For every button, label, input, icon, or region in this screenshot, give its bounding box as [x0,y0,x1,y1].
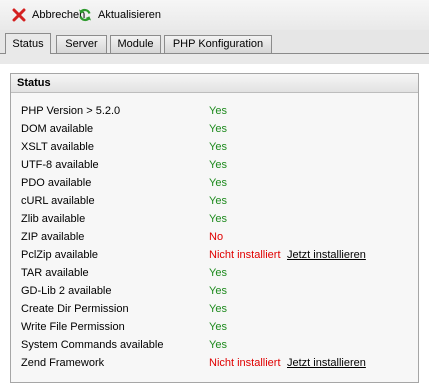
panel-title: Status [11,74,418,93]
tab-status-label: Status [12,38,44,50]
tab-status[interactable]: Status [5,33,51,54]
check-label: cURL available [21,195,95,207]
check-label: PclZip available [21,249,99,261]
check-value: Yes [209,105,227,117]
check-value: Yes [209,213,227,225]
tab-content-band [0,54,429,64]
refresh-button[interactable]: Aktualisieren [78,6,161,24]
tab-php-konfiguration-label: PHP Konfiguration [172,38,264,50]
check-value: Yes [209,141,227,153]
check-value: Yes [209,177,227,189]
check-value: Yes [209,321,227,333]
check-value: Nicht installiert [209,249,281,261]
check-value: Yes [209,339,227,351]
check-label: System Commands available [21,339,164,351]
check-value: Yes [209,159,227,171]
tab-server-label: Server [65,38,98,50]
check-value: Yes [209,123,227,135]
check-value: Nicht installiert [209,357,281,369]
check-label: PDO available [21,177,92,189]
toolbar: Abbrechen Aktualisieren [0,0,429,30]
check-label: UTF-8 available [21,159,99,171]
tab-server[interactable]: Server [56,35,107,53]
check-value: No [209,231,224,243]
tab-php-konfiguration[interactable]: PHP Konfiguration [164,35,272,53]
check-label: GD-Lib 2 available [21,285,112,297]
install-pclzip-link[interactable]: Jetzt installieren [287,248,366,262]
check-value: Yes [209,267,227,279]
status-panel: Status PHP Version > 5.2.0 Yes DOM avail… [10,73,419,383]
check-label: XSLT available [21,141,94,153]
check-label: PHP Version > 5.2.0 [21,105,121,117]
check-label: DOM available [21,123,94,135]
cancel-button[interactable]: Abbrechen [12,6,85,24]
tab-module-label: Module [117,38,154,50]
install-zend-link[interactable]: Jetzt installieren [287,356,366,370]
refresh-icon [78,8,92,22]
check-value: Yes [209,285,227,297]
tab-module[interactable]: Module [110,35,161,53]
check-label: Zend Framework [21,357,105,369]
refresh-button-label: Aktualisieren [98,9,161,21]
check-value: Yes [209,303,227,315]
check-label: Write File Permission [21,321,125,333]
check-label: Zlib available [21,213,86,225]
close-icon [12,8,26,22]
check-label: TAR available [21,267,89,279]
check-label: Create Dir Permission [21,303,129,315]
check-label: ZIP available [21,231,85,243]
check-value: Yes [209,195,227,207]
